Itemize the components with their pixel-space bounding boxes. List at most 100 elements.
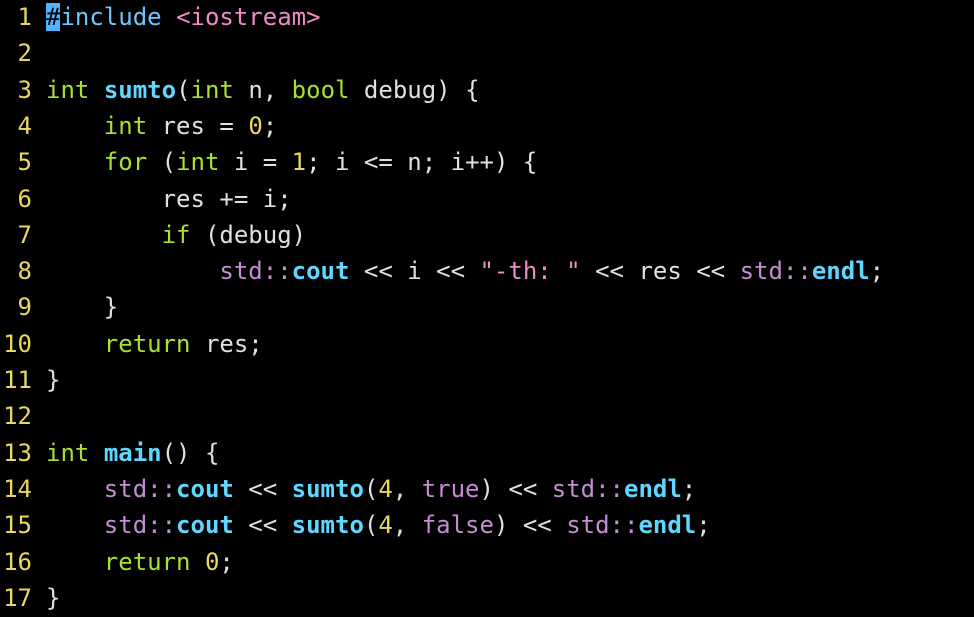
code-line[interactable]: 14 std::cout << sumto(4, true) << std::e… [0, 471, 974, 507]
text-cursor: # [46, 3, 61, 31]
code-token-type: int [46, 438, 90, 467]
code-token-plain: ; [262, 111, 278, 140]
code-token-plain: n, [233, 75, 292, 104]
line-number: 15 [3, 511, 32, 540]
line-number: 14 [3, 474, 32, 503]
code-line[interactable]: 1 #include <iostream> [0, 0, 974, 35]
line-number: 3 [17, 75, 32, 104]
code-token-plain: res += i; [46, 184, 292, 213]
code-token-function: cout [176, 511, 234, 540]
code-line[interactable]: 11} [0, 362, 974, 398]
code-token-plain: } [46, 293, 119, 322]
line-number: 12 [3, 402, 32, 431]
code-token-plain: ( [363, 474, 379, 503]
code-token-function: endl [624, 474, 682, 503]
code-token-plain: ) << [493, 511, 567, 540]
line-number: 10 [3, 329, 32, 358]
code-token-type: int [103, 111, 148, 140]
code-token-function: endl [811, 257, 870, 286]
code-token-plain: , [392, 474, 422, 503]
code-token-plain: (debug) [190, 220, 307, 249]
code-token-function: cout [176, 474, 234, 503]
code-token-plain: ; [681, 474, 697, 503]
code-token-namespace: false [421, 511, 494, 540]
code-line[interactable]: 5 for (int i = 1; i <= n; i++) { [0, 144, 974, 180]
code-token-type: bool [291, 75, 350, 104]
line-number: 1 [17, 3, 32, 31]
code-line[interactable]: 9 } [0, 289, 974, 325]
code-token-plain: ; [869, 257, 885, 286]
code-token-function: sumto [291, 511, 364, 540]
code-editor[interactable]: 1 #include <iostream> 2 3 int sumto(int n, b… [0, 0, 974, 617]
code-token-number: 0 [204, 547, 220, 576]
code-line[interactable]: 7 if (debug) [0, 217, 974, 253]
code-token-number: 4 [378, 511, 393, 540]
line-number: 7 [17, 220, 32, 249]
code-token-number: 4 [378, 474, 393, 503]
line-number: 8 [17, 257, 32, 286]
line-number: 5 [17, 148, 32, 177]
code-token-type: int [46, 75, 90, 104]
code-line[interactable]: 12 [0, 398, 974, 434]
code-token-plain: ; i <= n; i++) { [306, 148, 538, 177]
code-token-namespace: true [421, 474, 480, 503]
code-line[interactable]: 3 int sumto(int n, bool debug) { [0, 72, 974, 108]
code-token-number: 1 [291, 148, 307, 177]
code-token-plain: << i << [349, 257, 480, 286]
line-number: 17 [3, 583, 32, 612]
code-token-string: "-th: " [479, 257, 581, 286]
code-token-keyword: if [161, 220, 191, 249]
code-line[interactable]: 10 return res; [0, 326, 974, 362]
line-number: 13 [3, 438, 32, 467]
code-token-plain: () { [161, 438, 220, 467]
code-line[interactable]: 4 int res = 0; [0, 108, 974, 144]
code-token-string: <iostream> [176, 3, 321, 31]
code-token-keyword: return [103, 329, 191, 358]
code-token-namespace: std:: [103, 474, 177, 503]
code-token-plain: res; [190, 329, 263, 358]
code-token-keyword: for [103, 148, 148, 177]
line-number: 2 [17, 39, 32, 68]
code-token-type: int [190, 75, 234, 104]
code-token-namespace: std:: [219, 257, 292, 286]
code-token-namespace: std:: [551, 474, 624, 503]
code-line[interactable]: 15 std::cout << sumto(4, false) << std::… [0, 507, 974, 543]
code-token-function: endl [638, 511, 697, 540]
line-number: 6 [17, 184, 32, 213]
code-line[interactable]: 17} [0, 580, 974, 616]
code-token-plain: ; [219, 547, 234, 576]
code-token-plain: ( [176, 75, 191, 104]
code-token-plain: res = [147, 111, 249, 140]
line-number: 11 [3, 366, 32, 394]
code-line[interactable]: 13 int main() { [0, 435, 974, 471]
code-line[interactable]: 2 [0, 35, 974, 71]
code-token-plain: << res << [580, 257, 740, 286]
code-token-namespace: std:: [739, 257, 812, 286]
code-token-function: main [103, 438, 162, 467]
code-token-function: sumto [103, 75, 177, 104]
code-token-type: int [176, 148, 220, 177]
code-token-preproc: include [60, 3, 162, 31]
code-token-function: cout [291, 257, 350, 286]
code-token-number: 0 [248, 111, 263, 140]
code-token-plain: ) << [479, 474, 552, 503]
code-line[interactable]: 16 return 0; [0, 544, 974, 580]
code-token-plain: << [233, 474, 292, 503]
line-number: 16 [3, 547, 32, 576]
code-line[interactable]: 6 res += i; [0, 181, 974, 217]
code-line[interactable]: 8 std::cout << i << "-th: " << res << st… [0, 253, 974, 289]
code-token-plain: debug) { [349, 75, 480, 104]
code-token-plain: i = [219, 148, 292, 177]
line-number: 4 [17, 111, 32, 140]
